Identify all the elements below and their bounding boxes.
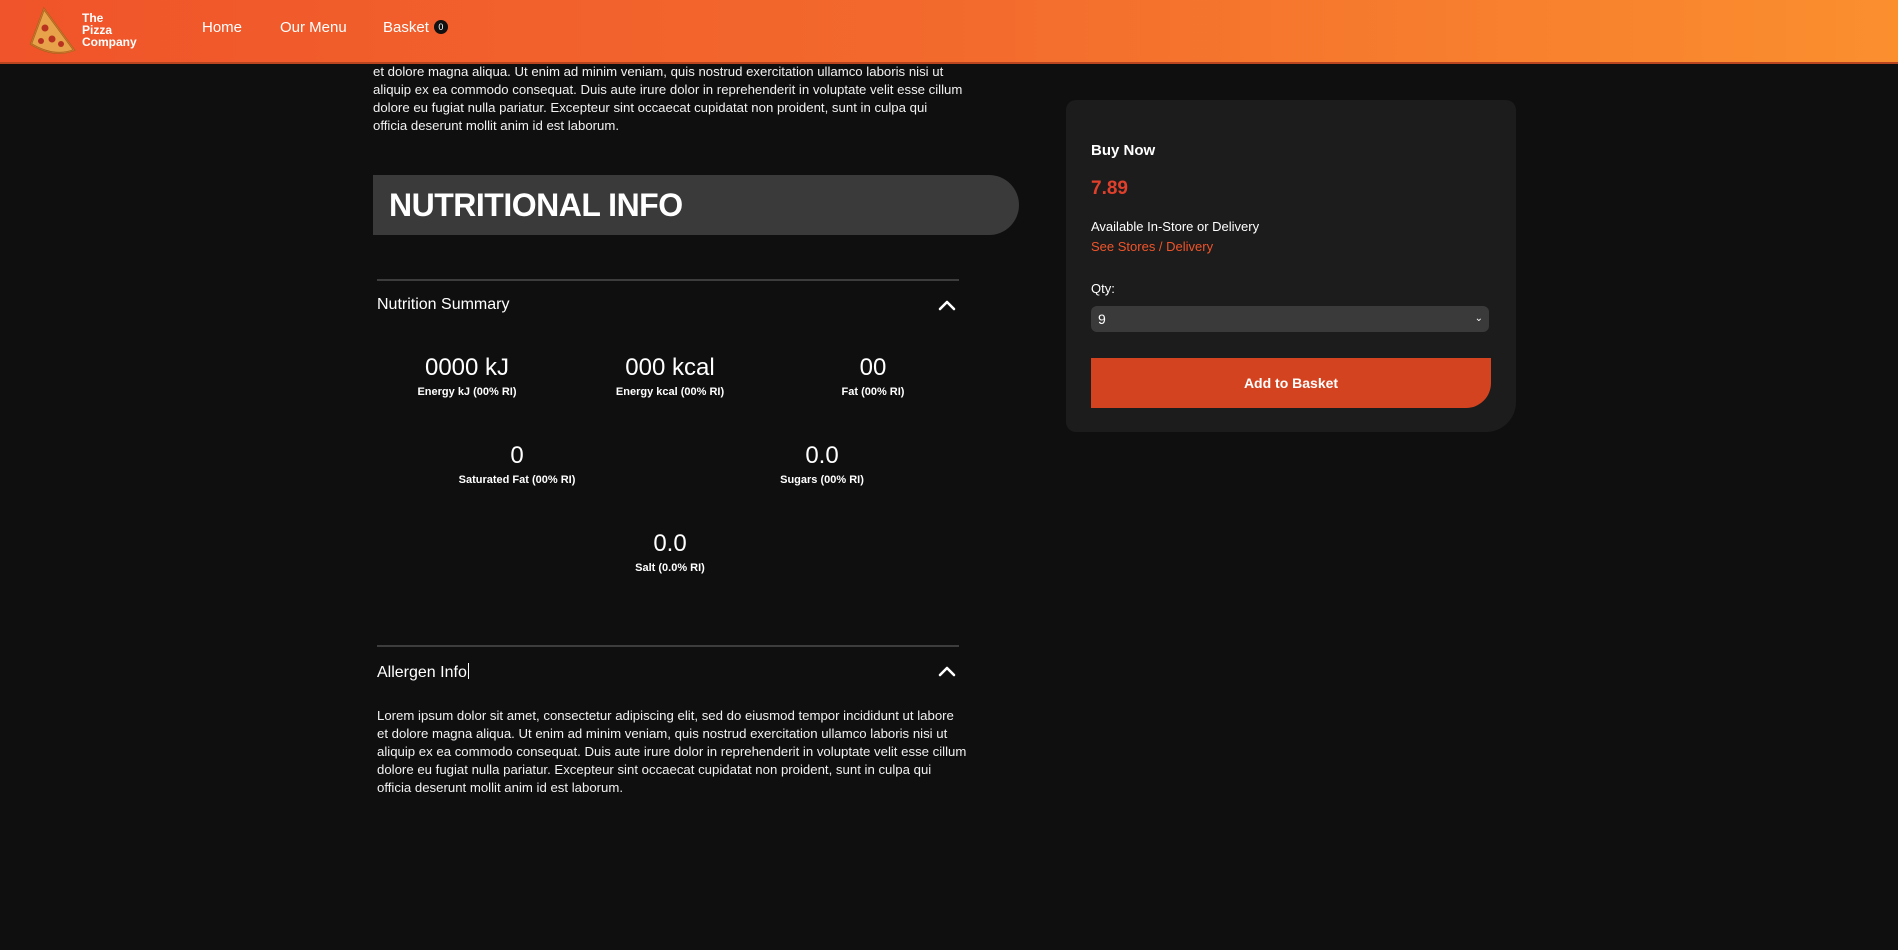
stat-label: Saturated Fat (00% RI)	[458, 474, 576, 486]
add-to-basket-button[interactable]: Add to Basket	[1091, 358, 1491, 408]
stat-label: Fat (00% RI)	[841, 386, 905, 398]
stat-value: 0.0	[805, 442, 839, 469]
allergen-info-text: Lorem ipsum dolor sit amet, consectetur …	[377, 708, 967, 795]
product-price: 7.89	[1091, 178, 1128, 199]
nutrition-stat-fat: 00 Fat (00% RI)	[773, 354, 973, 398]
chevron-up-icon[interactable]	[938, 665, 956, 677]
nav-basket-link[interactable]: Basket 0	[383, 19, 448, 36]
chevron-up-icon[interactable]	[938, 299, 956, 311]
chevron-down-icon: ⌄	[1474, 313, 1483, 324]
nutritional-info-title: NUTRITIONAL INFO	[389, 187, 683, 223]
nutritional-info-header: NUTRITIONAL INFO	[373, 175, 1019, 235]
nav-our-menu-link[interactable]: Our Menu	[280, 19, 347, 36]
nutrition-stat-saturated-fat: 0 Saturated Fat (00% RI)	[417, 442, 617, 486]
basket-label: Basket	[383, 19, 429, 36]
quantity-value: 9	[1098, 311, 1106, 327]
availability-text: Available In-Store or Delivery	[1091, 219, 1260, 234]
brand-logo[interactable]: The Pizza Company	[28, 6, 138, 56]
accordion-divider	[377, 279, 959, 281]
stat-value: 0000 kJ	[424, 354, 510, 381]
stat-value: 0.0	[653, 530, 687, 557]
accordion-divider	[377, 645, 959, 647]
stat-label: Energy kJ (00% RI)	[417, 386, 517, 398]
brand-name-line-3: Company	[82, 35, 137, 49]
stat-value: 000 kcal	[625, 354, 715, 381]
nutrition-stat-sugars: 0.0 Sugars (00% RI)	[722, 442, 922, 486]
product-description: et dolore magna aliqua. Ut enim ad minim…	[373, 64, 963, 133]
qty-label: Qty:	[1091, 281, 1115, 296]
allergen-info-toggle[interactable]: Allergen Info	[377, 663, 469, 682]
buy-now-card: Buy Now 7.89 Available In-Store or Deliv…	[1066, 100, 1516, 432]
see-stores-link[interactable]: See Stores / Delivery	[1091, 239, 1213, 254]
nutrition-stat-energy-kcal: 000 kcal Energy kcal (00% RI)	[570, 354, 770, 398]
stat-value: 0	[510, 442, 524, 469]
quantity-select[interactable]: 9 ⌄	[1091, 306, 1489, 332]
stat-label: Sugars (00% RI)	[780, 474, 864, 486]
buy-now-title: Buy Now	[1091, 142, 1156, 159]
stat-value: 00	[859, 354, 887, 381]
top-nav-bar: The Pizza Company Home Our Menu Basket 0	[0, 0, 1898, 64]
allergen-info-title: Allergen Info	[377, 664, 467, 681]
stat-label: Salt (0.0% RI)	[635, 562, 705, 574]
nutrition-summary-toggle[interactable]: Nutrition Summary	[377, 296, 509, 314]
pizza-slice-icon	[29, 6, 76, 54]
nav-home-link[interactable]: Home	[202, 19, 242, 36]
nutrition-stat-energy-kj: 0000 kJ Energy kJ (00% RI)	[367, 354, 567, 398]
nutrition-stat-salt: 0.0 Salt (0.0% RI)	[570, 530, 770, 574]
stat-label: Energy kcal (00% RI)	[615, 386, 725, 398]
brand-name: The Pizza Company	[82, 12, 137, 48]
basket-count-badge: 0	[433, 20, 448, 35]
text-cursor	[467, 663, 469, 679]
